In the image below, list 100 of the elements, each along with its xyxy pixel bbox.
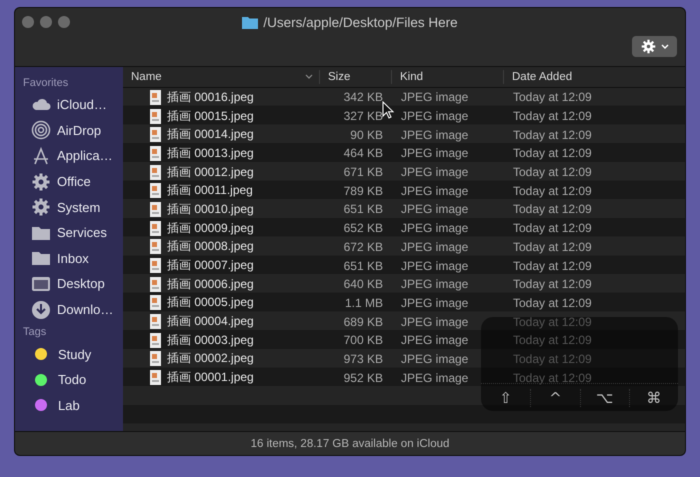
image-file-icon (150, 164, 161, 180)
window-title: /Users/apple/Desktop/Files Here (263, 14, 458, 30)
sort-chevron-icon (305, 74, 313, 80)
date-added: Today at 12:09 (512, 165, 593, 180)
sidebar-item[interactable]: Todo (15, 366, 123, 393)
sidebar-item[interactable]: Lab (15, 392, 123, 418)
file-kind: JPEG image (400, 258, 470, 273)
image-file-icon (150, 276, 161, 292)
sidebar-item[interactable]: Downlo… (15, 296, 123, 322)
column-header[interactable]: Kind (391, 70, 503, 84)
gear-icon (31, 172, 51, 192)
image-file-icon (150, 370, 161, 386)
image-file-icon (150, 108, 161, 124)
file-size: 342 KB (342, 90, 384, 104)
date-added: Today at 12:09 (512, 277, 593, 292)
file-name[interactable]: 插画 00012.jpeg (167, 164, 254, 181)
window-control-button[interactable] (40, 16, 52, 28)
file-name[interactable]: 插画 00004.jpeg (167, 313, 254, 330)
file-size: 652 KB (342, 221, 384, 236)
airdrop-icon (31, 120, 51, 140)
folder-icon (242, 16, 258, 28)
date-added: Today at 12:09 (512, 258, 593, 273)
sidebar-item[interactable]: iCloud… (15, 92, 123, 118)
sidebar-heading: Tags (22, 325, 48, 340)
date-added: Today at 12:09 (512, 352, 593, 366)
file-kind: JPEG image (400, 314, 470, 329)
pointer-cursor-icon (382, 101, 394, 119)
sidebar-item[interactable]: AirDrop (15, 118, 123, 144)
file-size: 327 KB (342, 109, 384, 124)
file-size: 689 KB (342, 314, 384, 329)
modifier-key: ⇧ (481, 388, 530, 406)
file-size: 651 KB (342, 258, 384, 273)
file-name[interactable]: 插画 00008.jpeg (167, 238, 254, 256)
date-added: Today at 12:09 (512, 370, 593, 385)
file-size: 973 KB (342, 352, 384, 366)
sidebar-item[interactable]: Study (15, 341, 123, 367)
column-header[interactable]: Size (319, 70, 391, 84)
image-file-icon (150, 332, 161, 348)
date-added: Today at 12:09 (512, 202, 593, 216)
file-kind: JPEG image (400, 165, 470, 180)
date-added: Today at 12:09 (512, 90, 593, 104)
sidebar-item[interactable]: Desktop (15, 271, 123, 297)
sidebar-item[interactable]: System (15, 194, 123, 220)
date-added: Today at 12:09 (512, 240, 593, 254)
file-kind: JPEG image (400, 128, 470, 142)
download-icon (31, 300, 51, 320)
file-name[interactable]: 插画 00016.jpeg (167, 88, 254, 106)
date-added: Today at 12:09 (512, 333, 593, 348)
sidebar-item[interactable]: Services (15, 220, 123, 246)
date-added: Today at 12:09 (512, 314, 593, 329)
image-file-icon (150, 351, 161, 366)
file-name[interactable]: 插画 00001.jpeg (167, 369, 254, 386)
file-kind: JPEG image (400, 352, 470, 366)
file-name[interactable]: 插画 00011.jpeg (167, 182, 253, 200)
file-size: 952 KB (342, 370, 384, 385)
file-name[interactable]: 插画 00009.jpeg (167, 220, 254, 237)
sidebar-item[interactable]: Inbox (15, 246, 123, 272)
image-file-icon (150, 90, 161, 105)
sidebar-item[interactable]: Applica… (15, 143, 123, 169)
modifier-key: ⌥ (580, 388, 629, 406)
file-kind: JPEG image (400, 370, 470, 385)
sidebar-item[interactable]: Office (15, 168, 123, 194)
date-added: Today at 12:09 (512, 296, 593, 310)
file-kind: JPEG image (400, 90, 470, 104)
file-name[interactable]: 插画 00006.jpeg (167, 276, 254, 293)
file-kind: JPEG image (400, 184, 470, 198)
file-size: 640 KB (342, 277, 384, 292)
date-added: Today at 12:09 (512, 109, 593, 124)
file-size: 671 KB (342, 165, 384, 180)
date-added: Today at 12:09 (512, 221, 593, 236)
file-size: 672 KB (342, 240, 384, 254)
file-name[interactable]: 插画 00007.jpeg (167, 257, 254, 274)
image-file-icon (150, 202, 161, 217)
gear-icon (31, 197, 51, 218)
image-file-icon (150, 183, 161, 198)
file-name[interactable]: 插画 00013.jpeg (167, 144, 254, 162)
file-size: 789 KB (342, 184, 384, 198)
modifier-key: ⌘ (628, 388, 678, 406)
date-added: Today at 12:09 (512, 146, 593, 160)
date-added: Today at 12:09 (512, 128, 593, 142)
file-name[interactable]: 插画 00015.jpeg (167, 108, 254, 125)
column-header[interactable]: Date Added (503, 70, 685, 84)
file-name[interactable]: 插画 00003.jpeg (167, 332, 254, 349)
file-kind: JPEG image (400, 202, 470, 216)
gear-icon (640, 39, 656, 54)
file-name[interactable]: 插画 00002.jpeg (167, 350, 254, 368)
file-name[interactable]: 插画 00014.jpeg (167, 126, 254, 144)
chevron-down-icon (660, 44, 668, 50)
window-control-button[interactable] (22, 16, 34, 28)
image-file-icon (150, 146, 161, 161)
file-kind: JPEG image (400, 221, 470, 236)
file-size: 700 KB (342, 333, 384, 348)
column-header[interactable]: Name (123, 70, 319, 84)
file-name[interactable]: 插画 00010.jpeg (167, 200, 254, 218)
date-added: Today at 12:09 (512, 184, 593, 198)
action-menu-button[interactable] (632, 36, 677, 57)
window-control-button[interactable] (58, 16, 70, 28)
file-kind: JPEG image (400, 240, 470, 254)
file-name[interactable]: 插画 00005.jpeg (167, 294, 254, 312)
app-store-icon (31, 146, 51, 166)
